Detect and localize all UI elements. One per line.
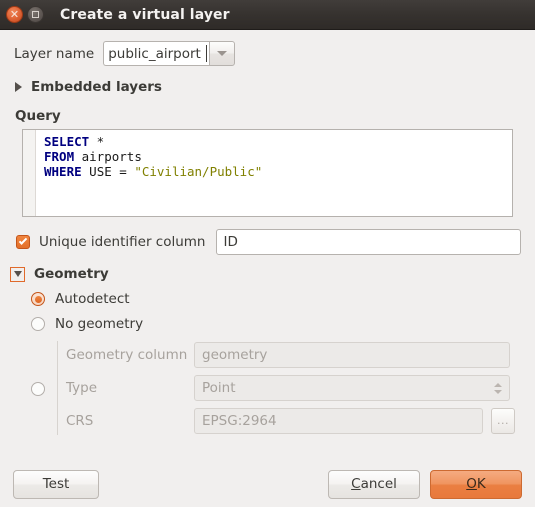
sql-string: "Civilian/Public" — [134, 164, 263, 179]
test-button[interactable]: Test — [13, 469, 99, 499]
cancel-button[interactable]: Cancel — [328, 469, 420, 499]
query-code[interactable]: SELECT * FROM airports WHERE USE = "Civi… — [36, 130, 512, 216]
geometry-type-label: Type — [66, 380, 98, 396]
close-icon[interactable]: ✕ — [6, 6, 23, 23]
cancel-label: ancel — [360, 476, 397, 492]
sql-keyword: FROM — [44, 149, 75, 164]
geometry-column-input: geometry — [194, 342, 510, 368]
geometry-detail-block: Geometry column geometry Type Point CRS — [0, 341, 535, 437]
geometry-toggle[interactable]: Geometry — [0, 266, 535, 282]
geometry-separator — [57, 341, 58, 435]
cancel-accel-letter: C — [351, 476, 361, 492]
dialog-footer: Test Cancel OK — [0, 461, 535, 507]
radio-custom-geometry[interactable] — [31, 382, 45, 396]
geometry-crs-input: EPSG:2964 — [194, 408, 483, 434]
geometry-type-input: Point — [194, 375, 510, 401]
geometry-label: Geometry — [34, 266, 109, 282]
text-cursor — [206, 45, 208, 62]
geometry-column-value: geometry — [202, 347, 268, 363]
maximize-icon[interactable] — [27, 6, 44, 23]
close-glyph: ✕ — [9, 7, 20, 21]
layer-name-value: public_airport — [108, 45, 201, 62]
sql-text: * — [89, 134, 105, 149]
unique-identifier-input[interactable]: ID — [216, 229, 522, 255]
geometry-crs-value: EPSG:2964 — [202, 413, 277, 429]
crs-browse-button[interactable]: ... — [491, 408, 515, 434]
layer-name-input[interactable]: public_airport — [103, 41, 210, 66]
check-icon — [18, 236, 28, 245]
geometry-crs-row: CRS EPSG:2964 ... — [66, 408, 535, 434]
spinner-down-icon — [494, 389, 502, 394]
cancel-accel: C — [351, 476, 360, 492]
ok-button[interactable]: OK — [430, 469, 522, 499]
geometry-type-row: Type Point — [66, 375, 535, 401]
query-editor[interactable]: SELECT * FROM airports WHERE USE = "Civi… — [22, 129, 513, 217]
window-title: Create a virtual layer — [60, 6, 230, 23]
triangle-down-glyph — [13, 271, 22, 277]
autodetect-label: Autodetect — [55, 291, 130, 307]
sql-text: airports — [74, 149, 142, 164]
spinner-arrows-icon — [494, 382, 502, 394]
geometry-fields: Geometry column geometry Type Point CRS — [66, 341, 535, 434]
radio-dot-icon — [34, 295, 42, 303]
spinner-up-icon — [494, 382, 502, 387]
unique-identifier-label: Unique identifier column — [39, 234, 206, 250]
ok-label: K — [476, 476, 486, 492]
no-geometry-label: No geometry — [55, 316, 144, 332]
ok-accel: O — [466, 476, 477, 492]
geometry-crs-label: CRS — [66, 413, 94, 429]
geometry-column-row: Geometry column geometry — [66, 342, 535, 368]
title-bar: ✕ Create a virtual layer — [0, 0, 535, 30]
embedded-layers-label: Embedded layers — [31, 79, 162, 95]
layer-name-label: Layer name — [14, 45, 95, 62]
radio-no-geometry[interactable] — [31, 317, 45, 331]
dialog-body: Layer name public_airport Embedded layer… — [0, 30, 535, 507]
unique-identifier-value: ID — [223, 234, 238, 250]
triangle-down-icon[interactable] — [10, 266, 25, 282]
unique-identifier-row: Unique identifier column ID — [0, 229, 535, 255]
ok-accel-letter: O — [466, 476, 477, 492]
triangle-right-icon — [15, 82, 22, 92]
sql-text: USE = — [81, 164, 135, 179]
query-label: Query — [15, 108, 61, 124]
sql-keyword: SELECT — [44, 134, 90, 149]
embedded-layers-toggle[interactable]: Embedded layers — [0, 79, 535, 95]
layer-name-combo[interactable]: public_airport — [103, 41, 236, 66]
layer-name-row: Layer name public_airport — [0, 30, 535, 66]
geometry-column-label: Geometry column — [66, 347, 188, 363]
maximize-glyph — [32, 11, 39, 18]
sql-keyword: WHERE — [44, 164, 82, 179]
layer-name-dropdown-button[interactable] — [209, 41, 236, 66]
geometry-option-autodetect[interactable]: Autodetect — [0, 291, 535, 307]
query-gutter — [23, 130, 36, 216]
chevron-down-icon — [217, 51, 228, 56]
geometry-type-value: Point — [202, 380, 236, 396]
radio-autodetect[interactable] — [31, 292, 45, 306]
geometry-option-no-geometry[interactable]: No geometry — [0, 316, 535, 332]
unique-identifier-checkbox[interactable] — [16, 235, 30, 249]
